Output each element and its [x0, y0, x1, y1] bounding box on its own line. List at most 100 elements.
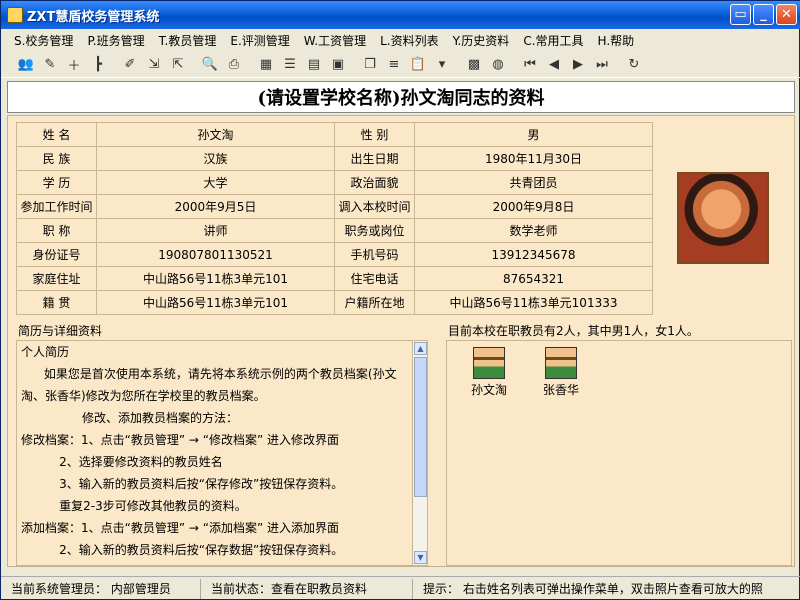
tree-icon[interactable]: ┣ — [87, 54, 109, 76]
bullets-icon[interactable]: ≡ — [383, 54, 405, 76]
profile-row: 参加工作时间 2000年9月5日 调入本校时间 2000年9月8日 — [16, 194, 653, 219]
field-label: 出生日期 — [334, 146, 415, 171]
teacher-photo[interactable] — [677, 172, 769, 264]
resume-scrollbar[interactable]: ▲ ▼ — [412, 341, 427, 565]
menu-teacher[interactable]: T.教员管理 — [152, 31, 224, 51]
field-value: 大学 — [96, 170, 335, 195]
scroll-down-icon[interactable]: ▼ — [414, 551, 427, 564]
page-title: (请设置学校名称)孙文淘同志的资料 — [257, 88, 545, 109]
title-bar: ZXT慧盾校务管理系统 ▭ _ ✕ — [1, 1, 800, 29]
menu-evaluation[interactable]: E.评测管理 — [223, 31, 296, 51]
resume-line: 2、输入新的教员资料后按“保存数据”按钮保存资料。 — [21, 543, 344, 557]
field-label: 性 别 — [334, 122, 415, 147]
users-icon[interactable]: 👥 — [15, 54, 37, 76]
field-label: 籍 贯 — [16, 290, 97, 315]
table-icon[interactable]: ▤ — [303, 54, 325, 76]
resume-line: 3、输入新的教员资料后按“保存修改”按钮保存资料。 — [21, 477, 344, 491]
preview-icon[interactable]: 🔍 — [199, 54, 221, 76]
resume-line: 添加档案：1、点击“教员管理” → “添加档案” 进入添加界面 — [21, 521, 340, 535]
resume-textbox[interactable]: 个人简历 如果您是首次使用本系统，请先将本系统示例的两个教员档案(孙文 淘、张香华… — [16, 340, 428, 566]
field-value: 中山路56号11栋3单元101 — [96, 290, 335, 315]
profile-row: 姓 名孙文淘性 别男 — [16, 122, 653, 147]
globe-icon[interactable]: ◍ — [487, 54, 509, 76]
profile-row: 学 历大学 政治面貌 共青团员 — [16, 170, 653, 195]
resume-line: 2、选择要修改资料的教员姓名 — [21, 455, 223, 469]
paste-icon[interactable]: 📋 — [407, 54, 429, 76]
last-record-icon[interactable]: ⏭ — [591, 54, 613, 76]
field-label: 住宅电话 — [334, 266, 415, 291]
field-value: 中山路56号11栋3单元101333 — [414, 290, 653, 315]
menu-list[interactable]: L.资料列表 — [373, 31, 446, 51]
field-value: 中山路56号11栋3单元101 — [96, 266, 335, 291]
profile-table: 姓 名孙文淘性 别男民 族汉族 出生日期 1980年11月30日学 历大学 政治面貌共… — [16, 122, 653, 315]
field-label: 职务或岗位 — [334, 218, 415, 243]
import-icon[interactable]: ⇱ — [167, 54, 189, 76]
field-label: 手机号码 — [334, 242, 415, 267]
field-label: 学 历 — [16, 170, 97, 195]
status-bar: 当前系统管理员： 内部管理员 当前状态：查看在职教员资料 提示： 右击姓名列表可… — [1, 576, 800, 600]
field-label: 姓 名 — [16, 122, 97, 147]
field-value: 数学老师 — [414, 218, 653, 243]
calculator-icon[interactable]: ▩ — [463, 54, 485, 76]
dropdown-icon[interactable]: ▾ — [431, 54, 453, 76]
profile-row: 家庭住址 中山路56号11栋3单元101 住宅电话 87654321 — [16, 266, 653, 291]
menu-salary[interactable]: W.工资管理 — [297, 31, 373, 51]
image-icon[interactable]: ▣ — [327, 54, 349, 76]
staff-name: 孙文淘 — [470, 383, 507, 397]
menu-class[interactable]: P.班务管理 — [80, 31, 151, 51]
close-button[interactable]: ✕ — [776, 4, 797, 25]
field-label: 户籍所在地 — [334, 290, 415, 315]
menu-school[interactable]: S.校务管理 — [7, 31, 80, 51]
field-label: 政治面貌 — [334, 170, 415, 195]
field-value: 190807801130521 — [96, 242, 335, 267]
print-icon[interactable]: ⎙ — [223, 54, 245, 76]
minimize-button[interactable]: _ — [753, 4, 774, 25]
field-value: 男 — [414, 122, 653, 147]
restore-button[interactable]: ▭ — [730, 4, 751, 25]
staff-item[interactable]: 孙文淘 — [459, 347, 519, 398]
resume-label: 简历与详细资料 — [18, 324, 103, 338]
menu-help[interactable]: H.帮助 — [591, 31, 642, 51]
profile-row: 籍 贯中山路56号11栋3单元101 户籍所在地 中山路56号11栋3单元10133… — [16, 290, 653, 315]
profile-row: 身份证号 190807801130521 手机号码 13912345678 — [16, 242, 653, 267]
menu-bar: S.校务管理 P.班务管理 T.教员管理 E.评测管理 W.工资管理 L.资料列… — [1, 30, 800, 52]
list-icon[interactable]: ☰ — [279, 54, 301, 76]
staff-item[interactable]: 张香华 — [531, 347, 591, 398]
scroll-thumb[interactable] — [414, 357, 427, 497]
menu-history[interactable]: Y.历史资料 — [446, 31, 517, 51]
staff-name: 张香华 — [542, 383, 579, 397]
field-value: 汉族 — [96, 146, 335, 171]
prev-record-icon[interactable]: ◀ — [543, 54, 565, 76]
field-value: 讲师 — [96, 218, 335, 243]
resume-line: 修改、添加教员档案的方法： — [21, 411, 239, 425]
scroll-up-icon[interactable]: ▲ — [414, 342, 427, 355]
field-label: 家庭住址 — [16, 266, 97, 291]
window-title: ZXT慧盾校务管理系统 — [27, 9, 160, 25]
profile-panel: 姓 名孙文淘性 别男民 族汉族 出生日期 1980年11月30日学 历大学 政治面貌共… — [7, 115, 795, 567]
export-icon[interactable]: ⇲ — [143, 54, 165, 76]
toolbar: 👥 ✎ ＋ ┣ ✐ ⇲ ⇱ 🔍 ⎙ ▦ ☰ ▤ ▣ ❐ ≡ 📋 ▾ ▩ ◍ ⏮ … — [1, 52, 800, 78]
next-record-icon[interactable]: ▶ — [567, 54, 589, 76]
field-value: 2000年9月8日 — [414, 194, 653, 219]
copy-icon[interactable]: ❐ — [359, 54, 381, 76]
menu-tools[interactable]: C.常用工具 — [516, 31, 590, 51]
field-value: 1980年11月30日 — [414, 146, 653, 171]
first-record-icon[interactable]: ⏮ — [519, 54, 541, 76]
status-tip: 提示： 右击姓名列表可弹出操作菜单，双击照片查看可放大的照 — [423, 581, 763, 596]
field-label: 调入本校时间 — [334, 194, 415, 219]
grid-icon[interactable]: ▦ — [255, 54, 277, 76]
field-value: 13912345678 — [414, 242, 653, 267]
resume-line: 淘、张香华)修改为您所在学校里的教员档案。 — [21, 389, 266, 403]
resume-line: 重复2-3步可修改其他教员的资料。 — [21, 499, 247, 513]
user-edit-icon[interactable]: ✐ — [119, 54, 141, 76]
profile-row: 民 族汉族 出生日期 1980年11月30日 — [16, 146, 653, 171]
field-label: 参加工作时间 — [16, 194, 97, 219]
staff-summary: 目前本校在职教员有2人，其中男1人，女1人。 — [448, 324, 699, 338]
staff-list[interactable]: 孙文淘 张香华 — [446, 340, 792, 566]
add-icon[interactable]: ＋ — [63, 54, 85, 76]
resume-line: 如果您是首次使用本系统，请先将本系统示例的两个教员档案(孙文 — [21, 367, 397, 381]
edit-icon[interactable]: ✎ — [39, 54, 61, 76]
app-icon — [7, 7, 23, 23]
refresh-icon[interactable]: ↻ — [623, 54, 645, 76]
page-header: (请设置学校名称)孙文淘同志的资料 — [7, 81, 795, 113]
